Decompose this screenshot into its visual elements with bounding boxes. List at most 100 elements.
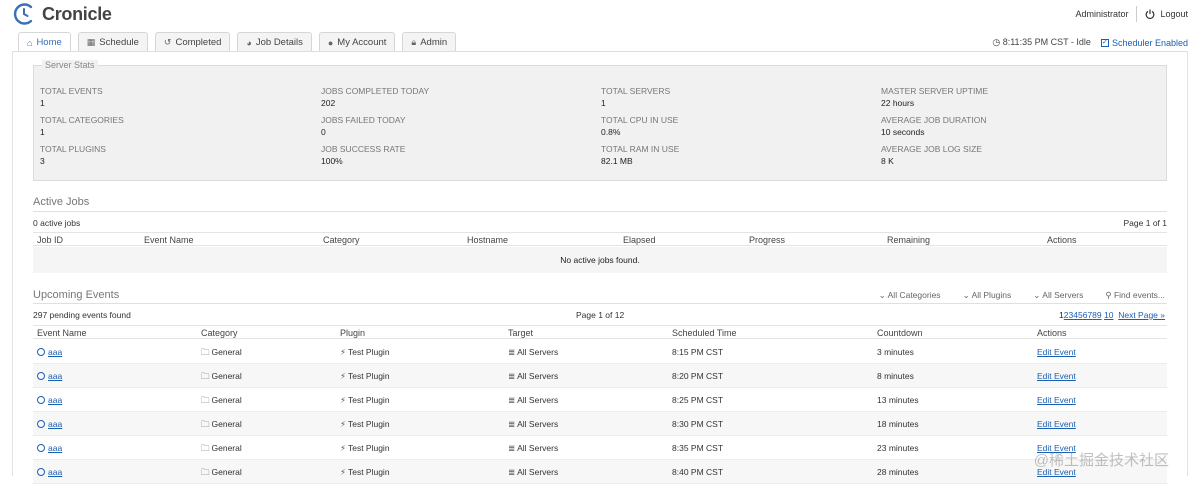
event-name-link[interactable]: aaa: [48, 395, 62, 405]
tab-schedule[interactable]: ▦ Schedule: [77, 32, 148, 52]
edit-event-link[interactable]: Edit Event: [1037, 347, 1076, 357]
clock-icon: [37, 468, 45, 476]
scheduler-toggle[interactable]: ✓ Scheduler Enabled: [1100, 37, 1188, 48]
plugin-value: Test Plugin: [347, 395, 390, 405]
stat-value: 1: [40, 127, 45, 137]
find-events-search[interactable]: ⚲ Find events...: [1105, 290, 1165, 301]
category-value: General: [211, 419, 242, 429]
column-target[interactable]: Target: [508, 328, 533, 338]
page-link[interactable]: 9: [1097, 310, 1102, 320]
page-link[interactable]: 10: [1104, 310, 1113, 320]
stat-label: MASTER SERVER UPTIME: [881, 86, 989, 96]
upcoming-events-divider: [33, 303, 1167, 304]
countdown-cell: 8 minutes: [877, 371, 914, 381]
plug-icon: ⚡︎: [340, 395, 346, 405]
plugin-cell: ⚡︎ Test Plugin: [340, 467, 390, 478]
stat-value: 100%: [321, 156, 343, 166]
event-name-cell: aaa: [37, 347, 62, 357]
logout-button[interactable]: Logout: [1145, 9, 1188, 19]
table-row: aaa 🗀︎ General ⚡︎ Test Plugin ≣ All Servers 8:1…: [33, 340, 1167, 364]
server-icon: ≣: [508, 395, 516, 405]
column-event-name[interactable]: Event Name: [144, 235, 194, 245]
column-plugin[interactable]: Plugin: [340, 328, 365, 338]
pie-chart-icon: ◕: [246, 37, 252, 48]
scheduler-label: Scheduler Enabled: [1111, 37, 1188, 48]
server-icon: ≣: [508, 371, 516, 381]
edit-event-link[interactable]: Edit Event: [1037, 371, 1076, 381]
stat-total-ram: TOTAL RAM IN USE 82.1 MB: [601, 144, 679, 166]
next-page-link[interactable]: Next Page »: [1118, 310, 1165, 320]
stat-value: 0: [321, 127, 326, 137]
active-jobs-empty: No active jobs found.: [33, 247, 1167, 273]
event-name-link[interactable]: aaa: [48, 371, 62, 381]
plugin-cell: ⚡︎ Test Plugin: [340, 347, 390, 358]
target-cell: ≣ All Servers: [508, 371, 558, 382]
plug-icon: ⚡︎: [340, 371, 346, 381]
stat-value: 22 hours: [881, 98, 915, 108]
filter-label: All Categories: [887, 290, 941, 300]
category-value: General: [211, 443, 242, 453]
column-category[interactable]: Category: [323, 235, 360, 245]
upcoming-events-title: Upcoming Events: [33, 289, 120, 301]
clock-icon: ◷: [992, 37, 1003, 47]
edit-event-link[interactable]: Edit Event: [1037, 419, 1076, 429]
clock-status: ◷ 8:11:35 PM CST - Idle: [992, 37, 1091, 48]
plug-icon: ⚡︎: [340, 443, 346, 453]
column-event-name[interactable]: Event Name: [37, 328, 87, 338]
countdown-cell: 18 minutes: [877, 419, 919, 429]
column-elapsed[interactable]: Elapsed: [623, 235, 656, 245]
stat-label: AVERAGE JOB LOG SIZE: [881, 144, 982, 154]
tab-home[interactable]: ⌂ Home: [18, 32, 71, 52]
category-cell: 🗀︎ General: [201, 395, 242, 409]
tab-label: My Account: [337, 37, 387, 48]
stat-jobs-failed-today: JOBS FAILED TODAY 0: [321, 115, 406, 137]
target-cell: ≣ All Servers: [508, 419, 558, 430]
column-remaining[interactable]: Remaining: [887, 235, 930, 245]
column-countdown[interactable]: Countdown: [877, 328, 923, 338]
event-name-cell: aaa: [37, 419, 62, 429]
plugin-cell: ⚡︎ Test Plugin: [340, 443, 390, 454]
app-logo[interactable]: Cronicle: [12, 2, 112, 26]
app-name: Cronicle: [42, 3, 112, 24]
table-row: aaa 🗀︎ General ⚡︎ Test Plugin ≣ All Servers 8:3…: [33, 412, 1167, 436]
edit-event-link[interactable]: Edit Event: [1037, 395, 1076, 405]
column-scheduled-time[interactable]: Scheduled Time: [672, 328, 737, 338]
folder-icon: 🗀︎: [201, 443, 210, 453]
countdown-cell: 3 minutes: [877, 347, 914, 357]
table-row: aaa 🗀︎ General ⚡︎ Test Plugin ≣ All Servers 8:2…: [33, 364, 1167, 388]
stat-label: TOTAL CATEGORIES: [40, 115, 124, 125]
column-progress[interactable]: Progress: [749, 235, 785, 245]
checkbox-checked-icon: ✓: [1100, 38, 1109, 47]
stat-label: TOTAL CPU IN USE: [601, 115, 679, 125]
filter-servers[interactable]: ⌄ All Servers: [1033, 290, 1083, 301]
tab-my-account[interactable]: ● My Account: [318, 32, 396, 52]
category-cell: 🗀︎ General: [201, 467, 242, 481]
event-name-link[interactable]: aaa: [48, 347, 62, 357]
clock-icon: [37, 444, 45, 452]
plugin-value: Test Plugin: [347, 347, 390, 357]
column-category[interactable]: Category: [201, 328, 238, 338]
power-icon: [1146, 9, 1155, 19]
app-header: Cronicle Administrator Logout: [0, 0, 1200, 30]
event-name-cell: aaa: [37, 395, 62, 405]
event-name-cell: aaa: [37, 443, 62, 453]
plugin-value: Test Plugin: [347, 419, 390, 429]
stat-value: 8 K: [881, 156, 894, 166]
folder-icon: 🗀︎: [201, 395, 210, 405]
tab-label: Job Details: [255, 37, 303, 48]
tab-completed[interactable]: ↺ Completed: [154, 32, 231, 52]
user-name[interactable]: Administrator: [1075, 9, 1128, 19]
table-row: aaa 🗀︎ General ⚡︎ Test Plugin ≣ All Servers 8:3…: [33, 436, 1167, 460]
event-name-link[interactable]: aaa: [48, 419, 62, 429]
tab-admin[interactable]: 🔒︎ Admin: [402, 32, 457, 52]
folder-icon: 🗀︎: [201, 371, 210, 381]
category-cell: 🗀︎ General: [201, 443, 242, 457]
filter-plugins[interactable]: ⌄ All Plugins: [963, 290, 1012, 301]
tab-job-details[interactable]: ◕ Job Details: [237, 32, 312, 52]
event-name-link[interactable]: aaa: [48, 443, 62, 453]
column-hostname[interactable]: Hostname: [467, 235, 508, 245]
column-job-id[interactable]: Job ID: [37, 235, 63, 245]
filter-categories[interactable]: ⌄ All Categories: [879, 290, 941, 301]
search-icon: ⚲: [1105, 290, 1114, 300]
header-divider: [1136, 6, 1138, 22]
